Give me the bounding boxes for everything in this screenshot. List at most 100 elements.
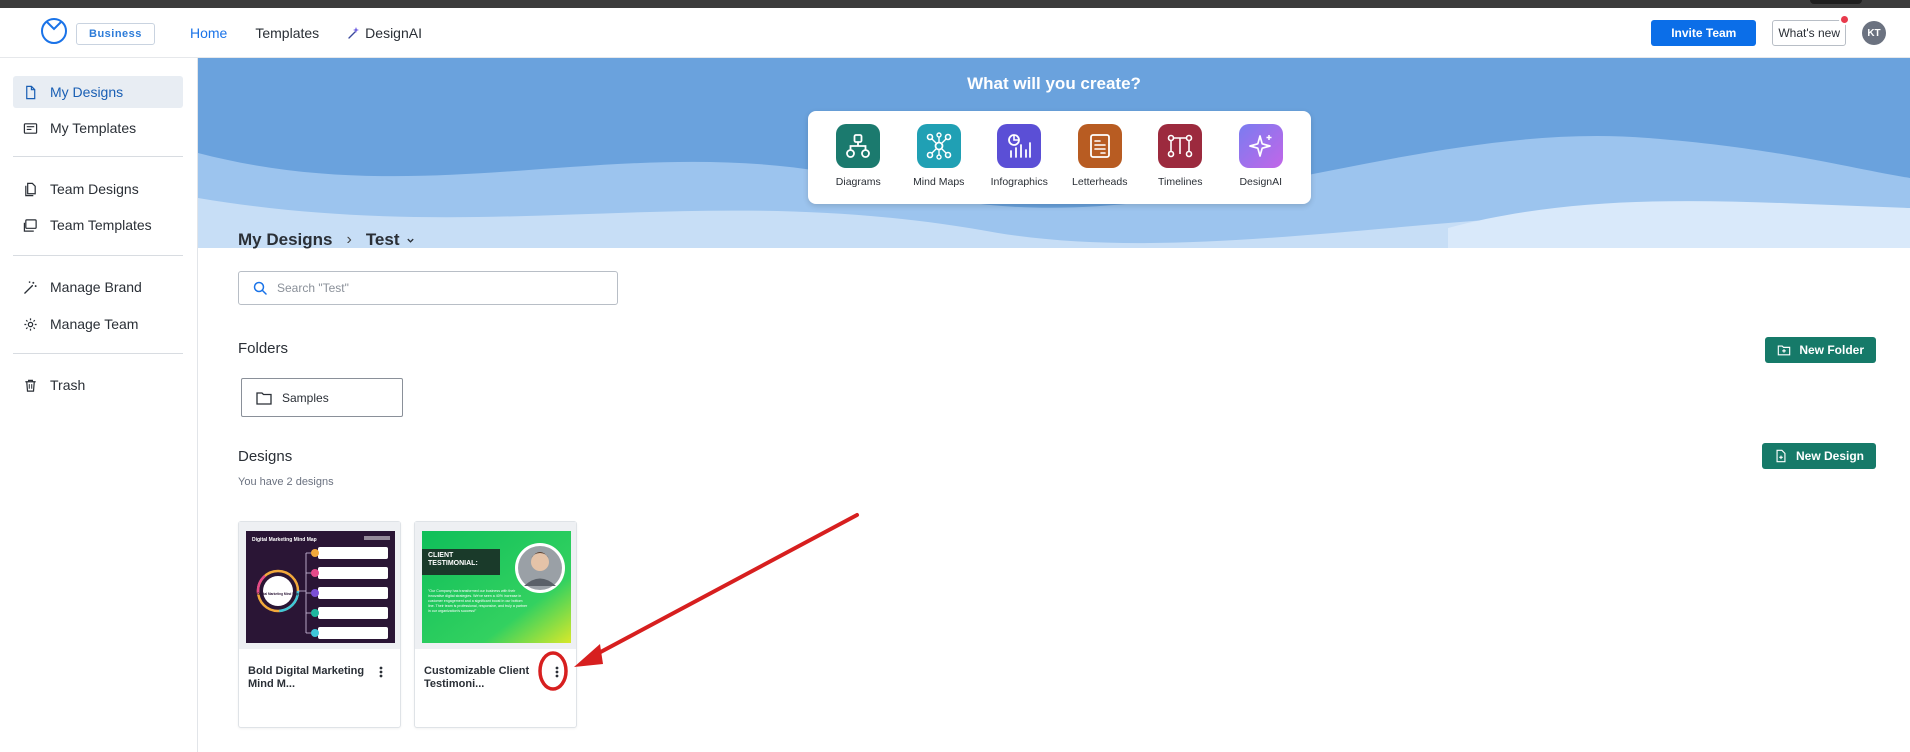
folder-plus-icon (1778, 345, 1791, 356)
sidebar-item-label: Manage Team (50, 316, 139, 332)
designs-heading: Designs (238, 448, 293, 465)
breadcrumb-current[interactable]: Test (366, 230, 415, 250)
thumbnail-title: Digital Marketing Mind Map (252, 537, 317, 543)
sidebar-item-label: Team Designs (50, 181, 139, 197)
folders-heading: Folders (238, 340, 289, 357)
sidebar-item-label: Manage Brand (50, 279, 142, 295)
search-icon (253, 281, 267, 295)
plan-badge: Business (76, 23, 155, 45)
team-template-icon (23, 218, 37, 232)
chevron-right-icon: › (346, 231, 352, 248)
vertical-dots-icon (555, 666, 559, 678)
more-options-button[interactable] (374, 664, 388, 680)
banner-title: What will you create? (967, 74, 1141, 93)
letterhead-icon (1089, 134, 1110, 158)
thumbnail-title: CLIENT TESTIMONIAL: (428, 552, 478, 567)
sidebar-divider (13, 353, 183, 354)
sidebar-item-label: Team Templates (50, 217, 152, 233)
new-design-button[interactable]: New Design (1761, 443, 1876, 469)
create-designai[interactable]: DesignAI (1224, 111, 1298, 204)
diagram-icon (846, 134, 871, 158)
magic-wand-icon (24, 280, 37, 294)
sidebar-item-label: My Templates (50, 120, 137, 136)
search-input[interactable] (277, 281, 597, 295)
testimonial-preview: CLIENT TESTIMONIAL: "Our Company has tra… (422, 531, 571, 643)
design-thumbnail-frame: CLIENT TESTIMONIAL: "Our Company has tra… (415, 522, 576, 649)
sparkle-icon (1248, 135, 1272, 157)
more-options-button[interactable] (550, 664, 564, 680)
create-diagrams[interactable]: Diagrams (821, 111, 895, 204)
design-card[interactable]: CLIENT TESTIMONIAL: "Our Company has tra… (414, 521, 577, 728)
tile-label: Letterheads (1072, 176, 1128, 188)
sidebar-item-manage-team[interactable]: Manage Team (13, 308, 183, 340)
create-timelines[interactable]: Timelines (1143, 111, 1217, 204)
sidebar-item-trash[interactable]: Trash (13, 369, 183, 401)
new-folder-label: New Folder (1799, 343, 1864, 357)
nav-designai[interactable]: DesignAI (347, 25, 422, 41)
nav-home-label: Home (190, 25, 228, 41)
nav-templates[interactable]: Templates (255, 25, 319, 41)
tile-label: Mind Maps (913, 176, 965, 188)
designai-tile-icon (1238, 124, 1283, 168)
nav-templates-label: Templates (255, 25, 320, 41)
create-letterheads[interactable]: Letterheads (1063, 111, 1137, 204)
annotation-arrow-shaft (593, 513, 859, 657)
create-options-panel: Diagrams Mind Maps Infographics Letterhe… (808, 111, 1311, 204)
create-banner: What will you create? Diagrams Mind Maps… (198, 58, 1910, 248)
timeline-tile-icon (1158, 124, 1203, 168)
invite-team-button[interactable]: Invite Team (1651, 20, 1757, 46)
sidebar-item-my-designs[interactable]: My Designs (13, 76, 183, 108)
create-mind-maps[interactable]: Mind Maps (902, 111, 976, 204)
sidebar-divider (13, 255, 183, 256)
sidebar-item-label: Trash (50, 377, 86, 393)
new-folder-button[interactable]: New Folder (1765, 337, 1876, 363)
diagram-tile-icon (836, 124, 881, 168)
gear-icon (24, 317, 37, 331)
sidebar-item-manage-brand[interactable]: Manage Brand (13, 271, 183, 303)
breadcrumb-root[interactable]: My Designs (238, 230, 332, 250)
create-infographics[interactable]: Infographics (982, 111, 1056, 204)
design-card[interactable]: Digital Marketing Mind Map Digital Marke… (238, 521, 401, 728)
file-icon (26, 85, 36, 99)
sidebar-item-label: My Designs (50, 84, 124, 100)
designs-count: You have 2 designs (238, 476, 334, 488)
sidebar-item-team-designs[interactable]: Team Designs (13, 173, 183, 205)
mind-map-tile-icon (916, 124, 961, 168)
main-nav: Home Templates DesignAI (190, 8, 422, 58)
thumbnail-body-text: "Our Company has transformed our busines… (428, 589, 528, 613)
tile-label: Timelines (1157, 176, 1203, 188)
sidebar-item-team-templates[interactable]: Team Templates (13, 209, 183, 241)
chevron-down-icon (406, 238, 414, 243)
design-name[interactable]: Bold Digital Marketing Mind M... (248, 665, 366, 691)
folder-name: Samples (282, 390, 329, 405)
user-avatar[interactable]: KT (1862, 21, 1886, 45)
design-thumbnail-frame: Digital Marketing Mind Map Digital Marke… (239, 522, 400, 649)
sidebar-divider (13, 156, 183, 157)
whats-new-button[interactable]: What's new (1772, 14, 1850, 46)
window-handle (1810, 0, 1862, 4)
nav-designai-label: DesignAI (365, 25, 422, 41)
tile-label: DesignAI (1239, 176, 1283, 188)
folder-icon (256, 391, 272, 405)
notification-dot (1839, 14, 1850, 25)
letterhead-tile-icon (1077, 124, 1122, 168)
file-plus-icon (1776, 449, 1786, 463)
sidebar-item-my-templates[interactable]: My Templates (13, 112, 183, 144)
template-icon (23, 122, 38, 134)
mind-map-preview: Digital Marketing Mind Map Digital Marke… (252, 536, 390, 639)
app-logo-icon[interactable] (40, 17, 68, 45)
annotation-arrow-head (574, 644, 603, 667)
nav-home[interactable]: Home (190, 25, 227, 41)
trash-icon (25, 379, 36, 392)
infographic-tile-icon (997, 124, 1042, 168)
folder-item[interactable]: Samples (241, 378, 403, 417)
breadcrumb-current-label: Test (365, 230, 400, 249)
search-box (238, 271, 618, 305)
tile-label: Infographics (990, 176, 1048, 188)
mind-map-icon (926, 132, 952, 160)
new-design-label: New Design (1795, 449, 1864, 463)
window-top-strip (0, 0, 1910, 8)
vertical-dots-icon (379, 666, 383, 678)
breadcrumb: My Designs › Test (238, 230, 415, 250)
design-name[interactable]: Customizable Client Testimoni... (424, 665, 542, 691)
